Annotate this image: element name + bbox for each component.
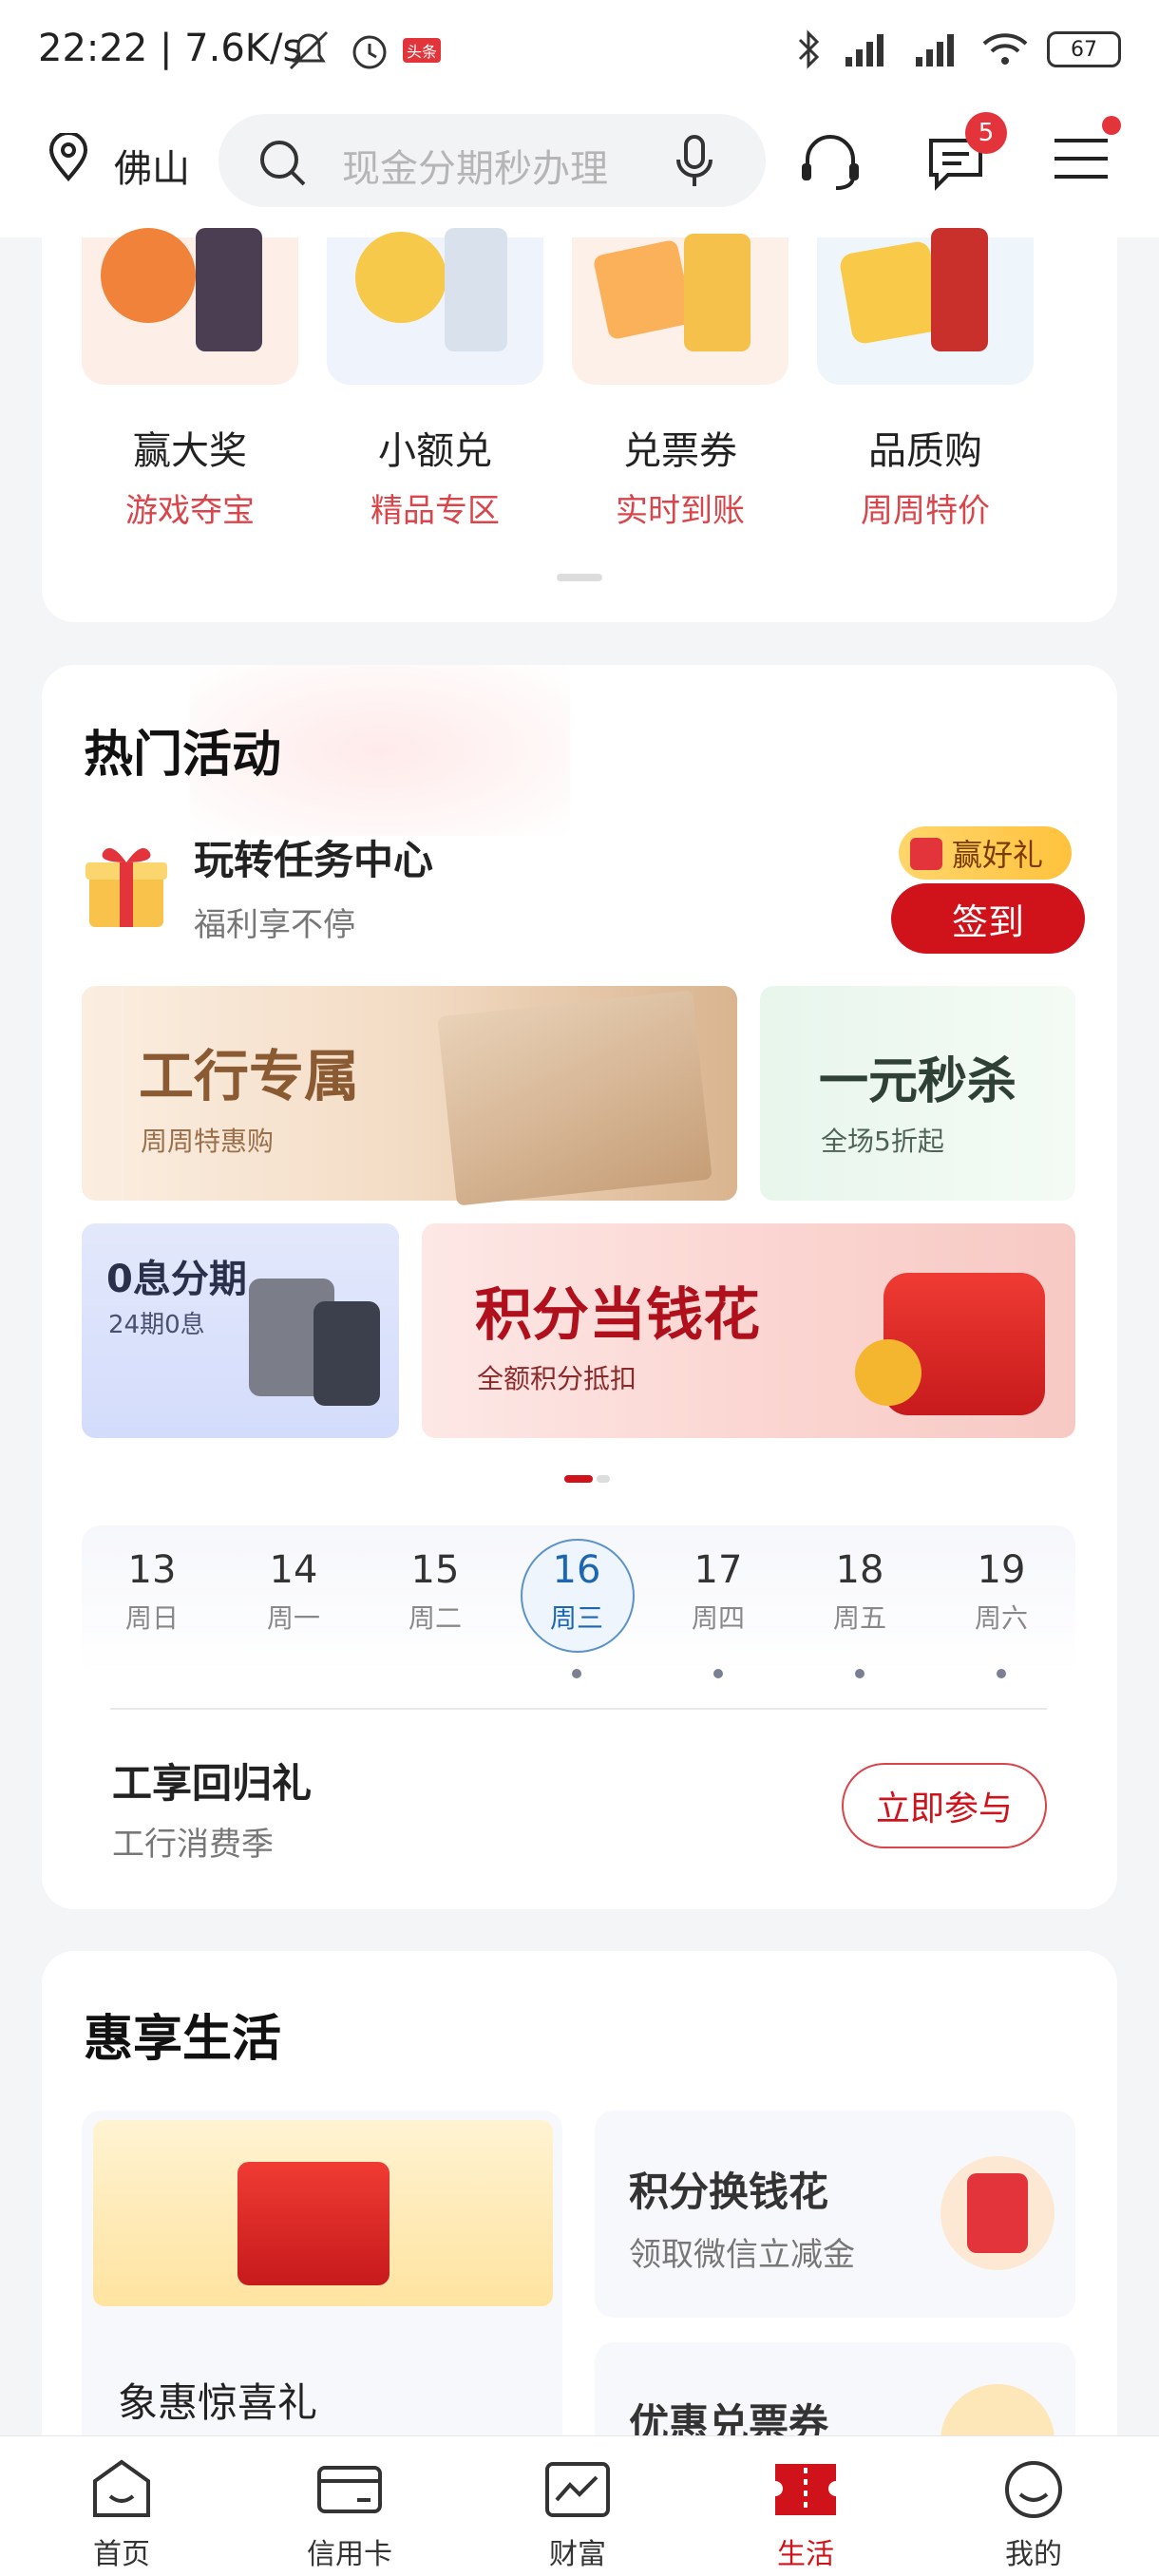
location-pin-icon[interactable] [48,131,89,182]
tab-credit-card[interactable]: 信用卡 [274,2458,426,2572]
task-center-subtitle: 福利享不停 [194,906,355,944]
tile-label[interactable]: 赢大奖 [82,420,298,475]
battery-icon: 67 [1047,31,1121,67]
gift-icon [82,836,171,931]
status-time: 22:22 | 7.6K/s [38,27,303,70]
tab-mine[interactable]: 我的 [958,2458,1110,2572]
tile-label[interactable]: 兑票券 [572,420,788,475]
tile-sub: 游戏夺宝 [125,492,255,530]
chart-icon [545,2462,610,2517]
divider [110,1708,1047,1710]
tile-sub: 周周特价 [861,492,990,530]
banner-subtitle: 周周特惠购 [141,1126,275,1157]
alarm-icon [348,28,391,76]
menu-icon[interactable] [1053,135,1110,182]
event-dot [855,1669,864,1678]
tile-label[interactable]: 小额兑 [327,420,543,475]
day-item-selected[interactable]: 16 周三 [534,1548,619,1636]
profile-icon [1005,2461,1062,2518]
day-item[interactable]: 15 周二 [392,1548,478,1636]
tile-small-redeem-image[interactable] [327,228,543,385]
points-exchange-subtitle: 领取微信立减金 [629,2236,855,2274]
sign-in-button[interactable]: 签到 [891,883,1085,954]
banner-subtitle: 全额积分抵扣 [477,1363,637,1394]
phone-illustration [314,1301,380,1406]
carousel-dot-active [564,1475,593,1483]
day-item[interactable]: 19 周六 [959,1548,1044,1636]
red-envelope-shape [967,2173,1028,2253]
carousel-dot [597,1475,610,1483]
join-now-button[interactable]: 立即参与 [842,1763,1047,1848]
event-dot [997,1669,1006,1678]
tile-quality-image[interactable] [817,228,1034,385]
menu-notification-dot [1102,116,1121,135]
day-item[interactable]: 14 周一 [251,1548,336,1636]
banner-subtitle: 24期0息 [108,1311,205,1339]
coin-illustration [855,1339,922,1406]
microphone-icon[interactable] [673,133,716,190]
points-exchange-title: 积分换钱花 [629,2169,829,2215]
city-selector[interactable]: 佛山 [114,138,190,193]
task-center-title[interactable]: 玩转任务中心 [194,828,433,886]
tab-home[interactable]: 首页 [46,2458,198,2572]
book-illustration [437,990,712,1206]
day-item[interactable]: 13 周日 [109,1548,195,1636]
credit-card-icon [317,2466,382,2513]
banner-title: 0息分期 [106,1258,247,1301]
event-subtitle: 工行消费季 [112,1826,274,1864]
gift-tag-icon [910,838,942,870]
day-item[interactable]: 18 周五 [817,1548,902,1636]
tile-label[interactable]: 品质购 [817,420,1034,475]
banner-title: 工行专属 [139,1044,360,1108]
event-title: 工享回归礼 [112,1760,313,1807]
search-icon [256,137,308,188]
gift-box-illustration [238,2162,390,2285]
home-icon [93,2459,150,2517]
event-dot [713,1669,723,1678]
day-item[interactable]: 17 周四 [675,1548,761,1636]
news-app-icon: 头条 [403,38,441,63]
banner-subtitle: 全场5折起 [821,1126,944,1157]
ticket-icon [775,2464,836,2515]
banner-title: 一元秒杀 [819,1053,1017,1110]
section-title: 热门活动 [84,727,282,784]
mute-icon [285,28,332,76]
tile-ticket-image[interactable] [572,234,788,385]
signal-2-icon [916,34,954,66]
event-dot [572,1669,581,1678]
page-indicator [557,574,602,581]
customer-service-icon[interactable] [798,131,863,194]
tab-wealth[interactable]: 财富 [502,2458,654,2572]
tile-sub: 精品专区 [370,492,500,530]
tile-win-prize-image[interactable] [82,228,298,385]
signal-icon [846,34,884,66]
surprise-gift-title: 象惠惊喜礼 [118,2379,318,2426]
tile-sub: 实时到账 [616,492,745,530]
status-right: 67 [794,28,1121,70]
search-input[interactable]: 现金分期秒办理 [342,138,608,193]
banner-title: 积分当钱花 [475,1282,760,1349]
bluetooth-icon [798,29,820,69]
wifi-icon [982,33,1028,65]
section-title: 惠享生活 [84,2011,282,2068]
message-badge: 5 [965,112,1007,154]
tab-life[interactable]: 生活 [730,2458,882,2572]
